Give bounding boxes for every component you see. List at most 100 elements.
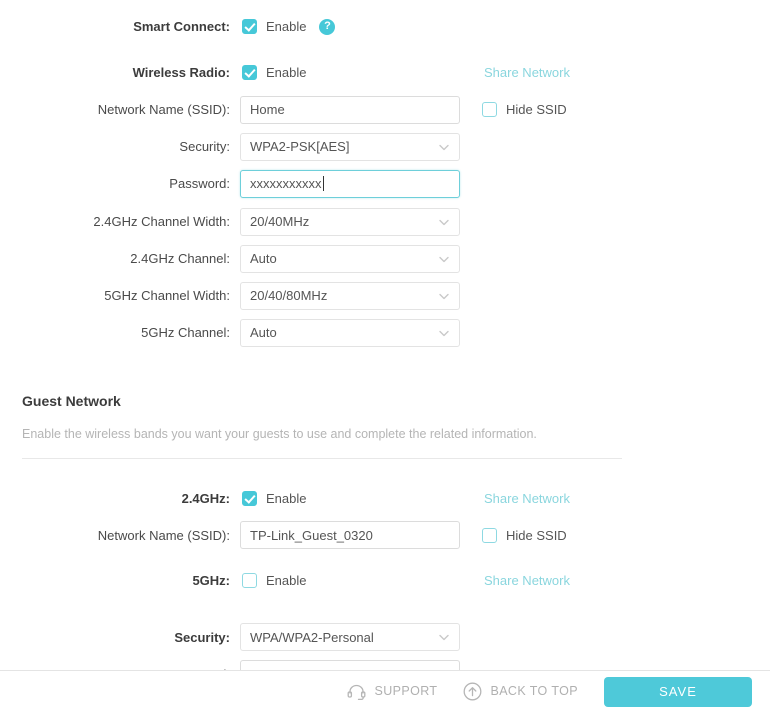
chevron-down-icon <box>439 256 449 262</box>
guest-hide-ssid-checkbox[interactable]: Hide SSID <box>482 527 567 543</box>
settings-content: Smart Connect: Enable ? Wireless Radio: … <box>0 0 770 670</box>
back-to-top-label: BACK TO TOP <box>490 684 578 699</box>
section-divider <box>22 457 622 459</box>
save-button[interactable]: SAVE <box>604 676 752 707</box>
wireless-radio-label: Wireless Radio: <box>132 65 230 80</box>
security-select-value: WPA2-PSK[AES] <box>250 139 350 154</box>
ssid-field: Home <box>240 95 460 124</box>
chevron-down-icon <box>439 330 449 336</box>
row-guest-password: Password: <box>0 656 770 670</box>
checkbox-box[interactable] <box>242 65 257 80</box>
support-label: SUPPORT <box>374 684 438 699</box>
guest-ssid-input[interactable]: TP-Link_Guest_0320 <box>240 521 460 549</box>
guest-password-input[interactable] <box>240 660 460 670</box>
back-to-top-link[interactable]: BACK TO TOP <box>463 682 578 701</box>
guest-5-field: Enable <box>240 572 307 588</box>
channel-width-24-label: 2.4GHz Channel Width: <box>93 214 230 229</box>
checkbox-box[interactable] <box>482 527 497 543</box>
arrow-up-circle-icon <box>463 682 482 701</box>
channel-5-field: Auto <box>240 318 460 347</box>
security-field: WPA2-PSK[AES] <box>240 132 460 161</box>
share-network-link-guest-5[interactable]: Share Network <box>484 574 570 587</box>
wireless-radio-field: Enable <box>240 65 306 80</box>
guest-5-label: 5GHz: <box>192 572 230 588</box>
page-footer: SUPPORT BACK TO TOP SAVE <box>0 670 770 712</box>
checkbox-box[interactable] <box>242 490 257 506</box>
row-channel-5: 5GHz Channel: Auto <box>0 314 770 351</box>
hide-ssid-checkbox[interactable]: Hide SSID <box>482 102 567 117</box>
guest-24-checkbox[interactable]: Enable <box>242 490 307 506</box>
help-icon[interactable]: ? <box>319 18 336 35</box>
channel-width-24-select[interactable]: 20/40MHz <box>240 207 460 236</box>
guest-network-description: Enable the wireless bands you want your … <box>22 427 537 441</box>
chevron-down-icon <box>439 293 449 299</box>
smart-connect-enable-label: Enable <box>266 19 307 34</box>
row-smart-connect: Smart Connect: Enable ? <box>0 8 770 45</box>
guest-hide-ssid-label: Hide SSID <box>506 527 567 543</box>
ssid-input[interactable]: Home <box>240 95 460 124</box>
hide-ssid-label: Hide SSID <box>506 102 567 117</box>
channel-5-label: 5GHz Channel: <box>141 325 230 340</box>
row-guest-security: Security: WPA/WPA2-Personal <box>0 619 770 656</box>
channel-5-value: Auto <box>250 325 277 340</box>
channel-width-24-field: 20/40MHz <box>240 207 460 236</box>
support-link[interactable]: SUPPORT <box>347 684 437 700</box>
row-guest-ssid: Network Name (SSID): TP-Link_Guest_0320 … <box>0 517 770 554</box>
guest-5-checkbox[interactable]: Enable <box>242 572 307 588</box>
security-select[interactable]: WPA2-PSK[AES] <box>240 132 460 161</box>
channel-24-select[interactable]: Auto <box>240 244 460 273</box>
checkbox-box[interactable] <box>242 19 257 34</box>
guest-ssid-field: TP-Link_Guest_0320 <box>240 521 460 549</box>
row-guest-24: 2.4GHz: Enable Share Network <box>0 480 770 517</box>
smart-connect-checkbox[interactable]: Enable <box>242 19 306 34</box>
password-label: Password: <box>169 176 230 191</box>
channel-width-5-label: 5GHz Channel Width: <box>104 288 230 303</box>
guest-24-field: Enable <box>240 490 307 506</box>
channel-width-5-value: 20/40/80MHz <box>250 288 328 303</box>
guest-ssid-label: Network Name (SSID): <box>97 527 230 543</box>
channel-24-field: Auto <box>240 244 460 273</box>
chevron-down-icon <box>439 634 449 641</box>
wireless-settings-page: Smart Connect: Enable ? Wireless Radio: … <box>0 0 770 712</box>
channel-width-5-select[interactable]: 20/40/80MHz <box>240 281 460 310</box>
row-channel-width-5: 5GHz Channel Width: 20/40/80MHz <box>0 277 770 314</box>
channel-5-select[interactable]: Auto <box>240 318 460 347</box>
row-password: Password: xxxxxxxxxxx <box>0 165 770 202</box>
smart-connect-field: Enable ? <box>240 18 336 35</box>
row-channel-width-24: 2.4GHz Channel Width: 20/40MHz <box>0 203 770 240</box>
guest-security-select[interactable]: WPA/WPA2-Personal <box>240 623 460 651</box>
channel-width-5-field: 20/40/80MHz <box>240 281 460 310</box>
password-input[interactable]: xxxxxxxxxxx <box>240 169 460 198</box>
wireless-radio-enable-label: Enable <box>266 65 307 80</box>
smart-connect-label: Smart Connect: <box>133 19 230 34</box>
guest-24-label: 2.4GHz: <box>181 490 230 506</box>
guest-password-field <box>240 660 460 670</box>
row-channel-24: 2.4GHz Channel: Auto <box>0 240 770 277</box>
password-field: xxxxxxxxxxx <box>240 169 460 198</box>
text-caret <box>322 176 324 191</box>
row-wireless-radio: Wireless Radio: Enable Share Network <box>0 54 770 91</box>
row-ssid: Network Name (SSID): Home Hide SSID <box>0 91 770 128</box>
checkbox-box[interactable] <box>242 572 257 588</box>
guest-security-field: WPA/WPA2-Personal <box>240 623 460 651</box>
share-network-link-guest-24[interactable]: Share Network <box>484 492 570 505</box>
channel-24-value: Auto <box>250 251 277 266</box>
chevron-down-icon <box>439 219 449 225</box>
guest-security-label: Security: <box>174 629 230 645</box>
guest-network-heading: Guest Network <box>22 393 121 409</box>
headset-icon <box>347 684 366 700</box>
ssid-label: Network Name (SSID): <box>97 102 230 117</box>
guest-24-enable-label: Enable <box>266 490 307 506</box>
guest-5-enable-label: Enable <box>266 572 307 588</box>
row-guest-5: 5GHz: Enable Share Network <box>0 562 770 599</box>
channel-24-label: 2.4GHz Channel: <box>130 251 230 266</box>
wireless-radio-checkbox[interactable]: Enable <box>242 65 306 80</box>
checkbox-box[interactable] <box>482 102 497 117</box>
password-input-value: xxxxxxxxxxx <box>250 176 322 191</box>
share-network-link-wireless[interactable]: Share Network <box>484 66 570 79</box>
security-label: Security: <box>179 139 230 154</box>
chevron-down-icon <box>439 144 449 150</box>
guest-security-value: WPA/WPA2-Personal <box>250 629 374 645</box>
row-security: Security: WPA2-PSK[AES] <box>0 128 770 165</box>
channel-width-24-value: 20/40MHz <box>250 214 310 229</box>
